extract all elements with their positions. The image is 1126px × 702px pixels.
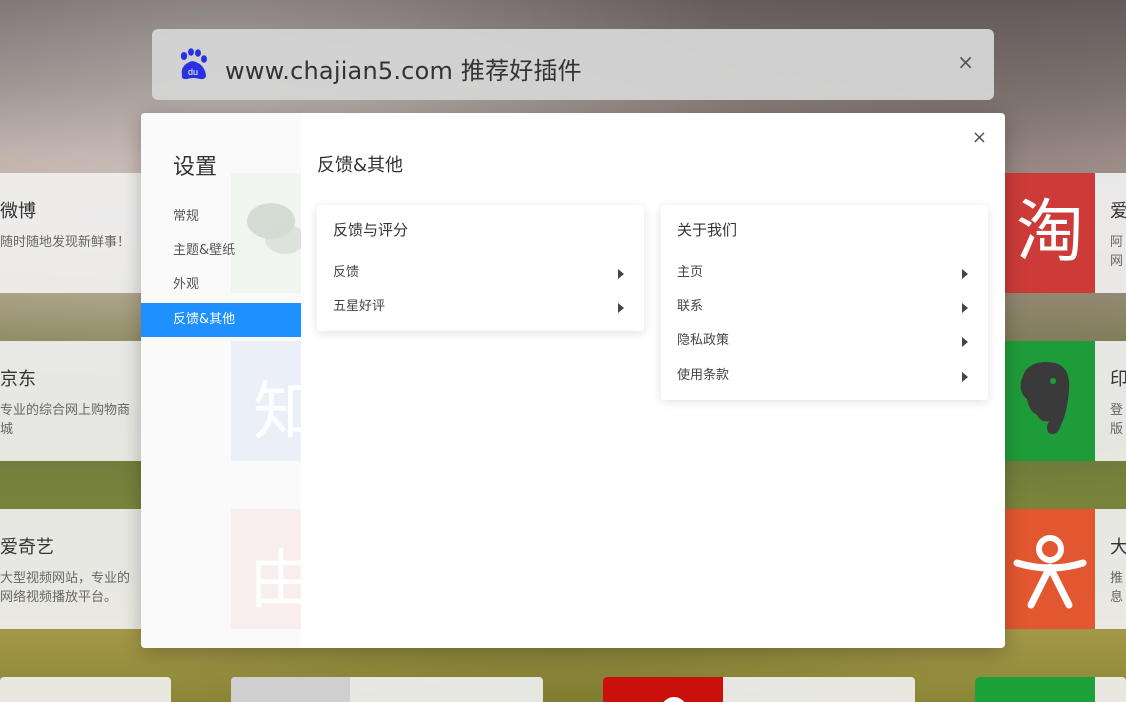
row-label: 使用条款 xyxy=(677,368,730,383)
feedback-card: 反馈与评分 反馈 五星好评 xyxy=(317,205,644,331)
faded-red-tile: 由 xyxy=(231,509,313,629)
tile-desc: 推息 xyxy=(1110,571,1124,605)
privacy-policy-link[interactable]: 隐私政策 xyxy=(661,324,988,358)
section-title: 反馈&其他 xyxy=(317,155,404,176)
settings-title: 设置 xyxy=(173,155,218,180)
tile-dahua[interactable]: 大 推息 xyxy=(1005,509,1126,629)
arrow-right-icon xyxy=(618,269,624,279)
five-star-link[interactable]: 五星好评 xyxy=(317,290,644,324)
red-glyph: 由 xyxy=(249,544,313,618)
settings-sidebar: 知 由 设置 常规 主题&壁纸 外观 反馈&其他 xyxy=(141,113,317,648)
search-bar[interactable]: du www.chajian5.com 推荐好插件 × xyxy=(152,29,994,100)
tile-bottom-3[interactable] xyxy=(603,677,915,702)
tile-name: 爱奇艺 xyxy=(0,537,54,558)
tile-name: 微博 xyxy=(0,201,36,222)
row-label: 五星好评 xyxy=(333,299,386,314)
contact-link[interactable]: 联系 xyxy=(661,290,988,324)
nav-feedback-other[interactable]: 反馈&其他 xyxy=(141,303,301,337)
zhihu-glyph: 知 xyxy=(253,376,317,450)
tile-desc: 专业的综合网上购物商城 xyxy=(0,403,131,437)
tile-icon xyxy=(975,677,1095,702)
svg-text:du: du xyxy=(188,67,198,77)
arrow-right-icon xyxy=(962,337,968,347)
tile-bottom-4[interactable] xyxy=(975,677,1126,702)
card-title: 反馈与评分 xyxy=(333,221,409,239)
taobao-glyph: 淘 xyxy=(1015,193,1084,272)
card-title: 关于我们 xyxy=(677,221,738,239)
taobao-icon: 淘 xyxy=(1005,173,1095,293)
tile-icon xyxy=(603,677,723,702)
arrow-right-icon xyxy=(962,372,968,382)
tile-desc: 大型视频网站，专业的网络视频播放平台。 xyxy=(0,571,131,605)
tile-icon xyxy=(231,677,350,702)
nav-general[interactable]: 常规 xyxy=(141,200,301,234)
tile-name: 京东 xyxy=(0,369,36,390)
arrow-right-icon xyxy=(962,269,968,279)
tile-bottom-2[interactable] xyxy=(231,677,543,702)
tile-name: 大 xyxy=(1110,537,1126,558)
close-icon[interactable]: × xyxy=(972,127,987,148)
terms-of-use-link[interactable]: 使用条款 xyxy=(661,359,988,393)
about-card: 关于我们 主页 联系 隐私政策 使用条款 xyxy=(661,205,988,400)
tile-desc: 阿网 xyxy=(1110,235,1124,269)
arrow-right-icon xyxy=(618,303,624,313)
tile-evernote[interactable]: 印 登版 xyxy=(1005,341,1126,461)
faded-zhihu-tile: 知 xyxy=(231,341,317,461)
settings-dialog: 知 由 设置 常规 主题&壁纸 外观 反馈&其他 × 反馈&其他 反馈与评分 反… xyxy=(141,113,1005,648)
nav-theme-wallpaper[interactable]: 主题&壁纸 xyxy=(141,234,301,268)
row-label: 主页 xyxy=(677,265,704,280)
arrow-right-icon xyxy=(962,303,968,313)
nav-appearance[interactable]: 外观 xyxy=(141,268,301,302)
tile-name: 印 xyxy=(1110,369,1126,390)
feedback-link[interactable]: 反馈 xyxy=(317,256,644,290)
tile-name: 爱 xyxy=(1110,201,1126,222)
close-icon[interactable]: × xyxy=(957,52,974,72)
tile-desc: 随时随地发现新鲜事！ xyxy=(0,235,131,250)
row-label: 联系 xyxy=(677,299,704,314)
baidu-paw-icon: du xyxy=(180,48,207,80)
tile-taobao[interactable]: 淘 爱 阿网 xyxy=(1005,173,1126,293)
person-icon xyxy=(1005,509,1095,629)
homepage-link[interactable]: 主页 xyxy=(661,256,988,290)
search-text[interactable]: www.chajian5.com 推荐好插件 xyxy=(225,51,582,86)
tile-bottom-1[interactable] xyxy=(0,677,171,702)
circle-icon xyxy=(661,697,687,702)
tile-desc: 登版 xyxy=(1110,403,1124,437)
evernote-icon xyxy=(1005,341,1095,461)
row-label: 反馈 xyxy=(333,265,360,280)
row-label: 隐私政策 xyxy=(677,333,730,348)
